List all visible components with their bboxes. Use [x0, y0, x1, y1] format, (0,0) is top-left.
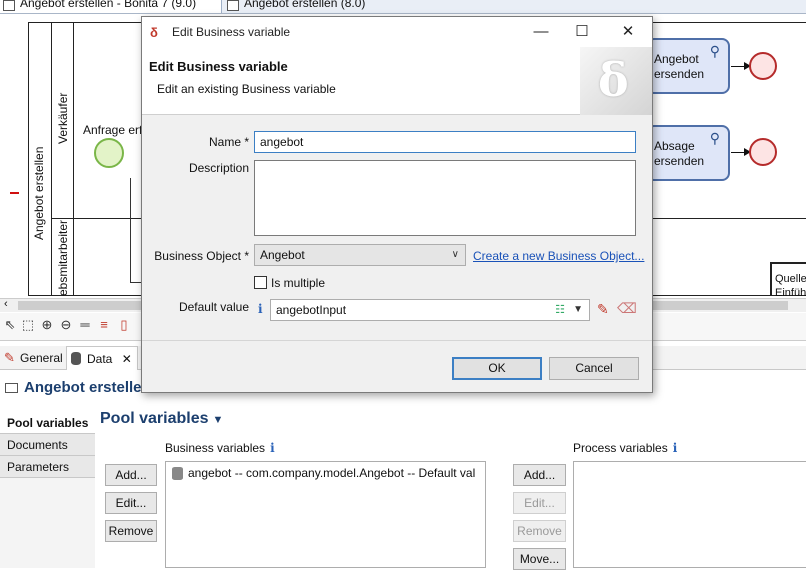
- dialog-heading: Edit Business variable: [149, 59, 288, 74]
- connector-icon: ⚲: [709, 130, 720, 146]
- close-icon[interactable]: ✕: [613, 21, 643, 43]
- nav-background: [0, 478, 95, 568]
- dialog-separator: [142, 340, 652, 341]
- dropdown-caret-icon: ▼: [212, 414, 224, 426]
- nav-pool-variables[interactable]: Pool variables: [0, 412, 95, 434]
- business-variables-list[interactable]: angebot -- com.company.model.Angebot -- …: [165, 461, 486, 568]
- end-event[interactable]: [749, 138, 777, 166]
- business-object-select[interactable]: Angebot ∨: [254, 244, 466, 266]
- size-icon[interactable]: ▯: [117, 318, 131, 332]
- diagram-icon: [227, 0, 239, 11]
- bonita-banner-icon: δ: [598, 53, 629, 107]
- section-title[interactable]: Pool variables ▼: [100, 410, 223, 428]
- info-icon: i: [270, 441, 275, 455]
- tab-general[interactable]: ✎ General: [0, 346, 64, 370]
- edit-business-variable-dialog: δ Edit Business variable — ☐ ✕ Edit Busi…: [141, 16, 653, 393]
- nav-parameters[interactable]: Parameters: [0, 456, 95, 478]
- database-icon: [71, 352, 81, 365]
- description-field[interactable]: [254, 160, 636, 236]
- pool-label-area: Angebot erstellen: [28, 22, 52, 296]
- add-process-variable-button[interactable]: Add...: [513, 464, 566, 486]
- name-label: Name *: [208, 135, 249, 149]
- business-variables-label: Business variables i: [165, 441, 275, 455]
- remove-process-variable-button[interactable]: Remove: [513, 520, 566, 542]
- editor-tab-active[interactable]: Angebot erstellen - Bonita 7 (9.0): [0, 0, 222, 13]
- editor-tab-bar: Angebot erstellen - Bonita 7 (9.0) Angeb…: [0, 0, 806, 14]
- dialog-titlebar[interactable]: δ Edit Business variable — ☐ ✕: [142, 17, 652, 47]
- sequence-flow-arrow: [731, 148, 751, 156]
- pool-icon: [5, 383, 18, 393]
- diagram-icon: [3, 0, 15, 11]
- nav-documents[interactable]: Documents: [0, 434, 95, 456]
- edit-process-variable-button[interactable]: Edit...: [513, 492, 566, 514]
- database-icon: [172, 467, 183, 480]
- lane-name-vertrieb: ebsmitarbeiter: [56, 219, 70, 296]
- default-value-label: Default value: [178, 300, 249, 314]
- dialog-window-title: Edit Business variable: [172, 25, 291, 39]
- process-variables-label: Process variables i: [573, 441, 678, 455]
- align-icon[interactable]: ═: [78, 318, 92, 332]
- is-multiple-checkbox[interactable]: [254, 276, 267, 289]
- zoom-out-icon[interactable]: ⊖: [59, 318, 73, 332]
- info-icon: i: [258, 302, 263, 316]
- dialog-header: Edit Business variable Edit an existing …: [142, 47, 652, 115]
- text-annotation[interactable]: Quelle Einfüh: [770, 262, 806, 299]
- pencil-icon: ✎: [4, 350, 15, 365]
- error-marker: [10, 192, 19, 194]
- add-business-variable-button[interactable]: Add...: [105, 464, 157, 486]
- info-icon: i: [672, 441, 678, 455]
- zoom-in-icon[interactable]: ⊕: [40, 318, 54, 332]
- lane-label-area: Verkäufer ebsmitarbeiter: [52, 22, 74, 296]
- description-label: Description: [188, 161, 249, 175]
- edit-pencil-icon[interactable]: ✎: [597, 301, 609, 318]
- list-item[interactable]: angebot -- com.company.model.Angebot -- …: [170, 466, 475, 480]
- default-value-field[interactable]: angebotInput ☷ ▼: [270, 299, 590, 321]
- start-event-label: Anfrage erf: [83, 123, 143, 137]
- chevron-down-icon: ∨: [451, 249, 459, 260]
- create-business-object-link[interactable]: Create a new Business Object...: [473, 249, 644, 263]
- minimize-icon[interactable]: —: [526, 21, 556, 43]
- chevron-down-icon[interactable]: ▼: [573, 302, 583, 318]
- task-angebot-versenden[interactable]: ⚲ Angebot ersenden: [646, 38, 730, 94]
- bonita-logo-icon: δ: [150, 25, 158, 40]
- process-variables-list[interactable]: [573, 461, 806, 568]
- lane-name-verkaeufer: Verkäufer: [56, 92, 70, 144]
- pool-name: Angebot erstellen: [32, 146, 46, 240]
- ok-button[interactable]: OK: [452, 357, 542, 380]
- end-event[interactable]: [749, 52, 777, 80]
- distribute-icon[interactable]: ≡: [97, 318, 111, 332]
- name-field[interactable]: angebot: [254, 131, 636, 153]
- business-object-label: Business Object *: [154, 249, 249, 263]
- script-icon[interactable]: ☷: [555, 302, 565, 318]
- task-absage-versenden[interactable]: ⚲ Absage ersenden: [646, 125, 730, 181]
- marquee-icon[interactable]: ⬚: [21, 318, 35, 332]
- scroll-left-icon[interactable]: ‹: [4, 298, 8, 310]
- select-icon[interactable]: ⇖: [3, 318, 17, 332]
- edit-business-variable-button[interactable]: Edit...: [105, 492, 157, 514]
- tab-data[interactable]: Data ✕: [66, 346, 138, 370]
- editor-tab-secondary[interactable]: Angebot erstellen (8.0): [224, 0, 374, 13]
- remove-business-variable-button[interactable]: Remove: [105, 520, 157, 542]
- maximize-icon[interactable]: ☐: [567, 21, 597, 43]
- eraser-icon[interactable]: ⌫: [617, 300, 637, 317]
- connector-icon: ⚲: [709, 43, 720, 59]
- dialog-subheading: Edit an existing Business variable: [157, 82, 336, 96]
- move-process-variable-button[interactable]: Move...: [513, 548, 566, 570]
- sequence-flow-arrow: [731, 62, 751, 70]
- is-multiple-label: Is multiple: [271, 276, 326, 290]
- start-event[interactable]: [94, 138, 124, 168]
- cancel-button[interactable]: Cancel: [549, 357, 639, 380]
- sequence-flow: [130, 178, 131, 282]
- close-icon[interactable]: ✕: [122, 352, 132, 366]
